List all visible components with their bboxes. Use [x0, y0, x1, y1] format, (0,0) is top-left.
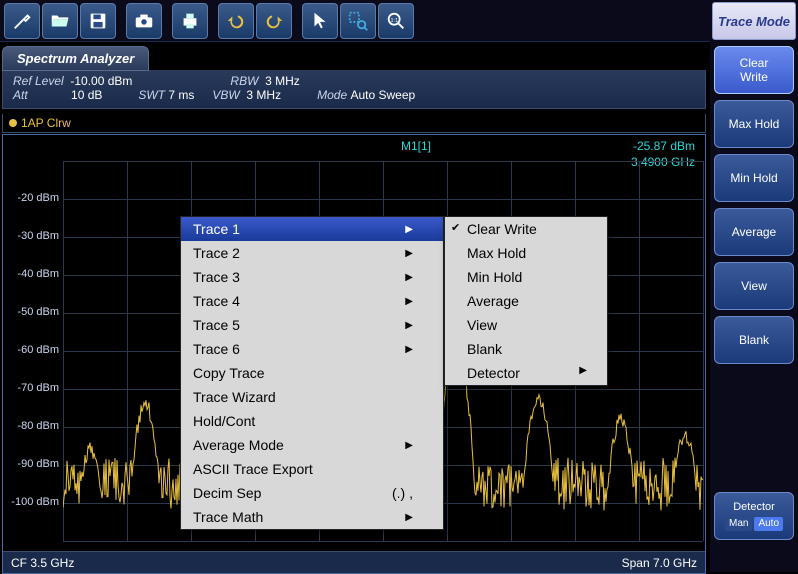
detector-man-option[interactable]: Man [725, 517, 752, 531]
menu-item-trace-5[interactable]: Trace 5▶ [181, 313, 443, 337]
center-freq-label: CF 3.5 GHz [11, 556, 74, 570]
blank-button[interactable]: Blank [714, 316, 794, 364]
submenu-item-view[interactable]: View [445, 313, 607, 337]
menu-item-average-mode[interactable]: Average Mode▶ [181, 433, 443, 457]
save-button[interactable] [80, 3, 116, 39]
submenu-item-blank[interactable]: Blank [445, 337, 607, 361]
trace-context-menu[interactable]: Trace 1▶Trace 2▶Trace 3▶Trace 4▶Trace 5▶… [180, 216, 444, 530]
redo-button[interactable] [256, 3, 292, 39]
parameter-bar: Ref Level -10.00 dBm RBW 3 MHz Att 10 dB… [2, 70, 706, 109]
menu-item-trace-math[interactable]: Trace Math▶ [181, 505, 443, 529]
menu-item-copy-trace[interactable]: Copy Trace [181, 361, 443, 385]
menu-item-hold-cont[interactable]: Hold/Cont [181, 409, 443, 433]
y-axis-label: -90 dBm [7, 458, 59, 470]
y-axis-label: -30 dBm [7, 230, 59, 242]
print-button[interactable] [172, 3, 208, 39]
marker-label: M1[1] [401, 139, 431, 153]
marker-tool-button[interactable] [4, 3, 40, 39]
submenu-item-clear-write[interactable]: ✔Clear Write [445, 217, 607, 241]
min-hold-button[interactable]: Min Hold [714, 154, 794, 202]
menu-item-decim-sep[interactable]: Decim Sep(.) , [181, 481, 443, 505]
trace-indicator-dot [9, 119, 17, 127]
menu-item-trace-3[interactable]: Trace 3▶ [181, 265, 443, 289]
zoom-1to1-button[interactable]: 1:1 [378, 3, 414, 39]
side-panel-header: Trace Mode [712, 2, 796, 40]
submenu-item-max-hold[interactable]: Max Hold [445, 241, 607, 265]
main-area: Spectrum Analyzer Ref Level -10.00 dBm R… [0, 42, 710, 572]
graph-footer: CF 3.5 GHz Span 7.0 GHz [3, 551, 705, 573]
side-panel: Trace Mode Clear Write Max Hold Min Hold… [710, 0, 798, 572]
menu-item-trace-1[interactable]: Trace 1▶ [181, 217, 443, 241]
y-axis-label: -20 dBm [7, 192, 59, 204]
y-axis-label: -40 dBm [7, 268, 59, 280]
max-hold-button[interactable]: Max Hold [714, 100, 794, 148]
menu-item-ascii-trace-export[interactable]: ASCII Trace Export [181, 457, 443, 481]
y-axis-label: -70 dBm [7, 382, 59, 394]
pointer-button[interactable] [302, 3, 338, 39]
zoom-select-button[interactable] [340, 3, 376, 39]
submenu-item-average[interactable]: Average [445, 289, 607, 313]
average-button[interactable]: Average [714, 208, 794, 256]
detector-toggle-button[interactable]: Detector Man Auto [714, 492, 794, 540]
open-button[interactable] [42, 3, 78, 39]
y-axis-label: -100 dBm [7, 496, 59, 508]
svg-text:1:1: 1:1 [391, 17, 399, 23]
undo-button[interactable] [218, 3, 254, 39]
submenu-item-min-hold[interactable]: Min Hold [445, 265, 607, 289]
submenu-item-detector[interactable]: Detector▶ [445, 361, 607, 385]
menu-item-trace-wizard[interactable]: Trace Wizard [181, 385, 443, 409]
screenshot-button[interactable] [126, 3, 162, 39]
clear-write-button[interactable]: Clear Write [714, 46, 794, 94]
trace-status-bar: 1AP Clrw [2, 114, 706, 133]
top-toolbar: 1:1 [0, 0, 798, 42]
y-axis-label: -80 dBm [7, 420, 59, 432]
menu-item-trace-2[interactable]: Trace 2▶ [181, 241, 443, 265]
detector-auto-option[interactable]: Auto [754, 517, 783, 531]
trace-submenu[interactable]: ✔Clear WriteMax HoldMin HoldAverageViewB… [444, 216, 608, 386]
menu-item-trace-4[interactable]: Trace 4▶ [181, 289, 443, 313]
menu-item-trace-6[interactable]: Trace 6▶ [181, 337, 443, 361]
y-axis-label: -60 dBm [7, 344, 59, 356]
view-button[interactable]: View [714, 262, 794, 310]
instrument-tab[interactable]: Spectrum Analyzer [2, 46, 149, 71]
y-axis-label: -50 dBm [7, 306, 59, 318]
span-label: Span 7.0 GHz [622, 556, 697, 570]
